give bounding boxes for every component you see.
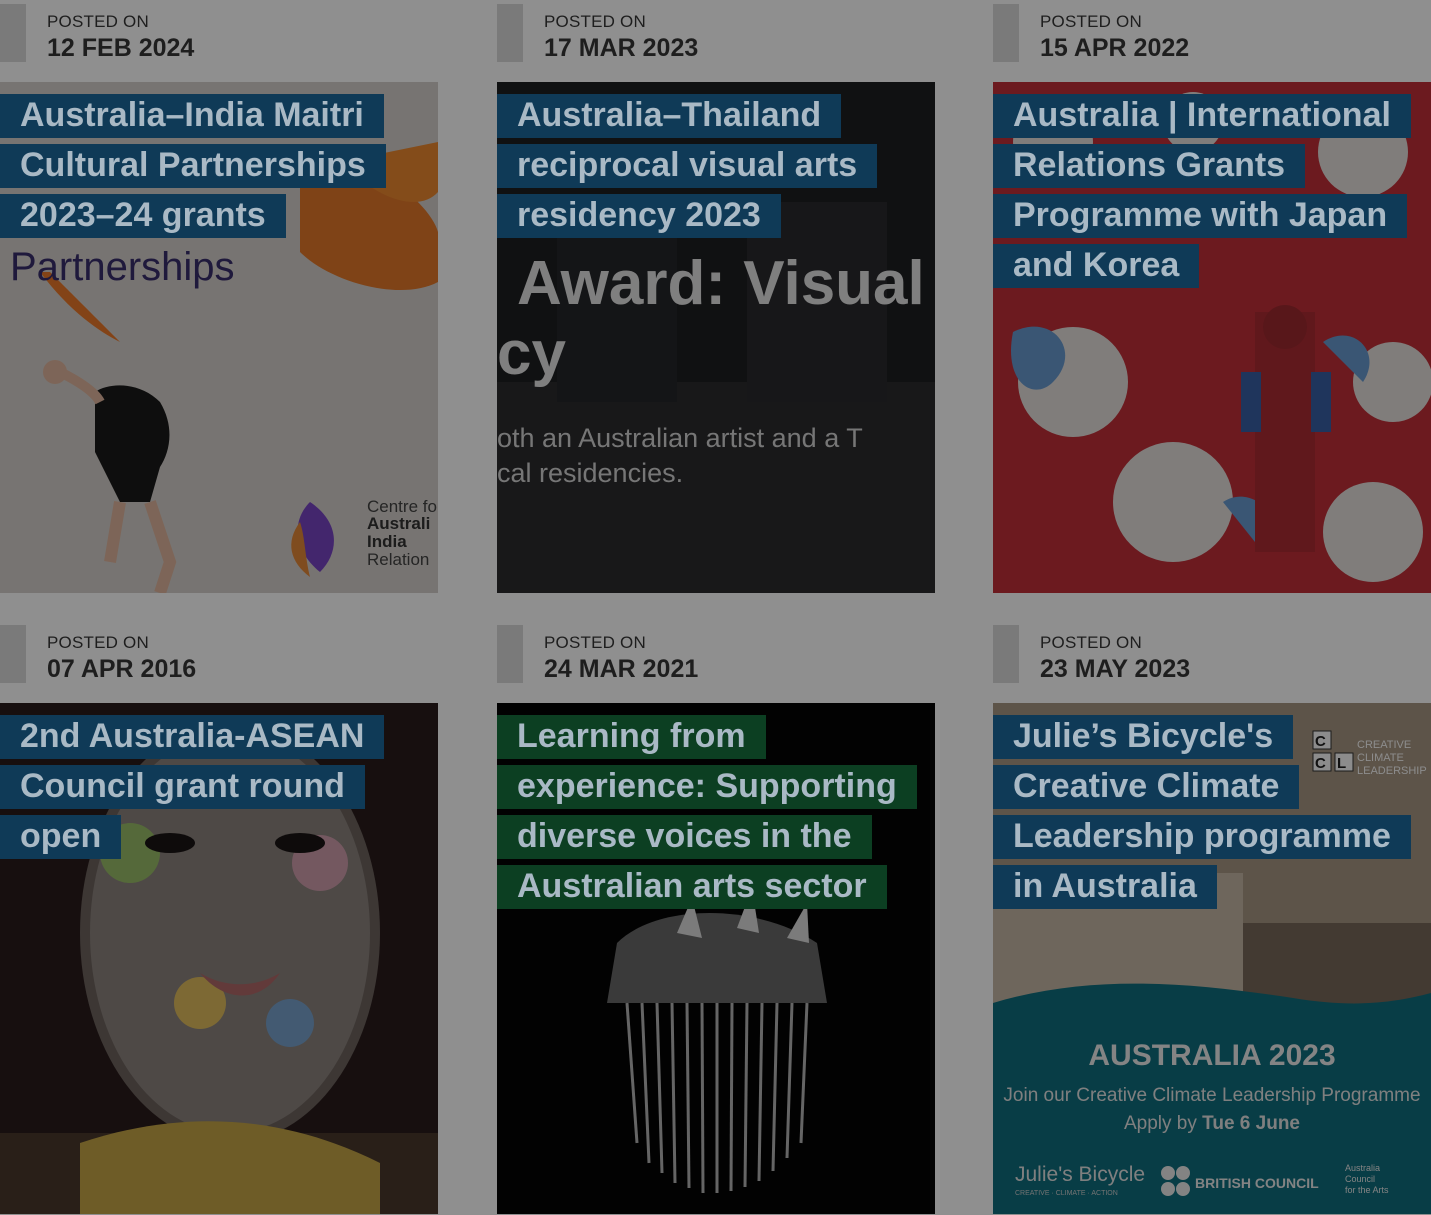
post-title-text[interactable]: Australia–India Maitri Cultural Partners… [0,94,386,238]
posted-on-label: POSTED ON [1040,12,1142,31]
date-accent-bar [0,625,26,683]
post-title-text[interactable]: Australia–Thailand reciprocal visual art… [497,94,878,238]
post-card[interactable]: POSTED ON 15 APR 2022 Australia | Intern… [993,0,1431,593]
post-title[interactable]: Julie’s Bicycle's Creative Climate Leade… [993,711,1413,911]
post-meta: POSTED ON 12 FEB 2024 [0,0,438,82]
date-accent-bar [993,4,1019,62]
post-card[interactable]: POSTED ON 07 APR 2016 2nd Australia-ASEA… [0,621,438,1214]
post-thumbnail[interactable]: Award: Visual cy oth an Australian artis… [497,82,935,593]
post-meta: POSTED ON 23 MAY 2023 [993,621,1431,703]
post-date: 23 MAY 2023 [1040,655,1191,683]
posted-on-label: POSTED ON [47,12,149,31]
post-title[interactable]: 2nd Australia-ASEAN Council grant round … [0,711,420,861]
post-title[interactable]: Learning from experience: Supporting div… [497,711,917,911]
post-date: 12 FEB 2024 [47,34,195,62]
post-date: 07 APR 2016 [47,655,197,683]
post-thumbnail[interactable]: C C L CREATIVE CLIMATE LEADERSHIP AUSTRA… [993,703,1431,1214]
post-meta: POSTED ON 24 MAR 2021 [497,621,935,703]
post-date: 15 APR 2022 [1040,34,1190,62]
post-title-text[interactable]: 2nd Australia-ASEAN Council grant round … [0,715,385,859]
date-accent-bar [0,4,26,62]
post-thumbnail[interactable]: Australia | International Relations Gran… [993,82,1431,593]
post-meta: POSTED ON 07 APR 2016 [0,621,438,703]
posted-on-label: POSTED ON [47,633,149,652]
post-date: 24 MAR 2021 [544,655,699,683]
post-meta: POSTED ON 15 APR 2022 [993,0,1431,82]
post-title-text[interactable]: Australia | International Relations Gran… [993,94,1411,288]
post-thumbnail[interactable]: 2nd Australia-ASEAN Council grant round … [0,703,438,1214]
post-title-text[interactable]: Julie’s Bicycle's Creative Climate Leade… [993,715,1411,909]
post-title[interactable]: Australia | International Relations Gran… [993,90,1413,290]
posted-on-label: POSTED ON [544,633,646,652]
post-card[interactable]: POSTED ON 23 MAY 2023 C C L CREATIVE CLI… [993,621,1431,1214]
post-card[interactable]: POSTED ON 17 MAR 2023 Award: Visual cy o… [497,0,935,593]
post-card[interactable]: POSTED ON 12 FEB 2024 Partnerships Centr… [0,0,438,593]
date-accent-bar [497,625,523,683]
post-title[interactable]: Australia–Thailand reciprocal visual art… [497,90,917,240]
post-card[interactable]: POSTED ON 24 MAR 2021 Learning from expe… [497,621,935,1214]
post-meta: POSTED ON 17 MAR 2023 [497,0,935,82]
post-thumbnail[interactable]: Learning from experience: Supporting div… [497,703,935,1214]
posted-on-label: POSTED ON [1040,633,1142,652]
date-accent-bar [497,4,523,62]
posted-on-label: POSTED ON [544,12,646,31]
post-title[interactable]: Australia–India Maitri Cultural Partners… [0,90,420,240]
date-accent-bar [993,625,1019,683]
post-date: 17 MAR 2023 [544,34,699,62]
post-title-text[interactable]: Learning from experience: Supporting div… [497,715,917,909]
post-thumbnail[interactable]: Partnerships Centre fo Australi India Re… [0,82,438,593]
